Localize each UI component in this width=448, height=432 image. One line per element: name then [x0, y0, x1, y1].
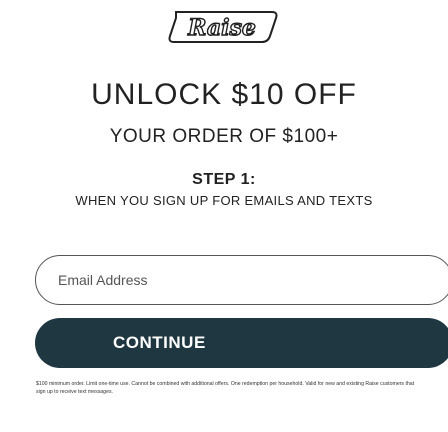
continue-button[interactable]: CONTINUE	[35, 318, 448, 368]
offer-headline: UNLOCK $10 OFF	[91, 78, 357, 111]
step-title: STEP 1:	[192, 171, 256, 188]
email-field[interactable]	[35, 255, 448, 305]
logo-wordmark: Raise	[187, 15, 256, 41]
step-description: WHEN YOU SIGN UP FOR EMAILS AND TEXTS	[75, 193, 373, 208]
offer-subhead: YOUR ORDER OF $100+	[109, 126, 339, 147]
raise-logo: Raise	[0, 6, 448, 46]
disclaimer-text: $100 minimum order. Limit one-time use. …	[36, 381, 415, 395]
raise-logo-icon: Raise	[168, 11, 278, 43]
